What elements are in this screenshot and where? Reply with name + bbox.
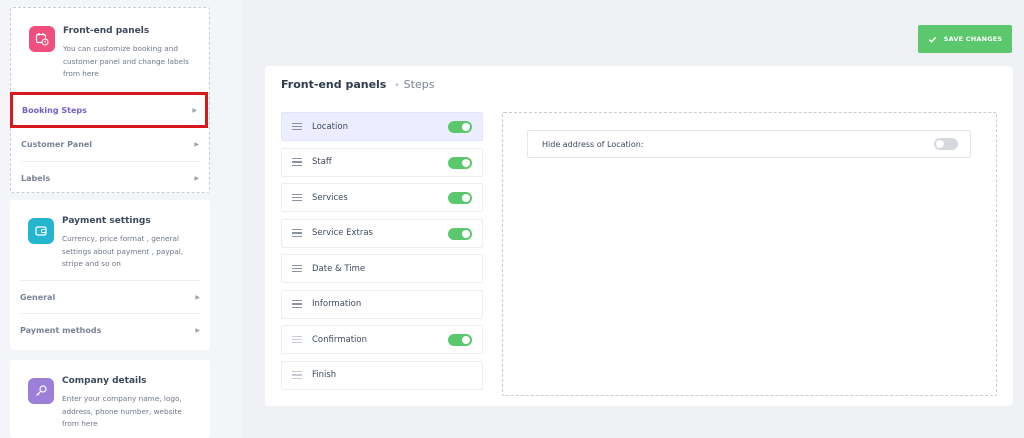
caret-right-icon: ▶ xyxy=(194,141,199,148)
step-label: Confirmation xyxy=(312,334,367,345)
caret-right-icon: ▶ xyxy=(192,106,197,114)
step-label: Services xyxy=(312,192,348,203)
steps-list: Location Staff Services Service Extras D… xyxy=(281,112,483,396)
steps-panel: Front-end panels • Steps Location Staff Se… xyxy=(265,66,1013,406)
company-details-card: Company details Enter your company name,… xyxy=(10,360,210,438)
step-settings-area: Hide address of Location: xyxy=(502,112,997,396)
drag-handle-icon[interactable] xyxy=(292,263,302,275)
company-details-header[interactable]: Company details Enter your company name,… xyxy=(10,360,210,438)
sidebar-item-general[interactable]: General ▶ xyxy=(20,280,200,313)
settings-sidebar: Front-end panels You can customize booki… xyxy=(0,0,241,438)
page-title: Front-end panels • Steps xyxy=(281,78,434,91)
step-toggle[interactable] xyxy=(448,156,472,169)
step-item-location[interactable]: Location xyxy=(281,112,483,141)
caret-right-icon: ▶ xyxy=(195,326,200,334)
drag-handle-icon[interactable] xyxy=(292,156,302,168)
caret-right-icon: ▶ xyxy=(195,293,200,301)
step-item-finish[interactable]: Finish xyxy=(281,360,483,390)
payment-settings-title: Payment settings xyxy=(62,216,151,226)
drag-handle-icon[interactable] xyxy=(292,227,302,239)
frontend-panels-header[interactable]: Front-end panels You can customize booki… xyxy=(11,8,209,92)
sidebar-item-labels[interactable]: Labels ▶ xyxy=(21,161,199,194)
step-item-service-extras[interactable]: Service Extras xyxy=(281,218,483,248)
step-item-information[interactable]: Information xyxy=(281,289,483,319)
sidebar-item-label: Payment methods xyxy=(20,325,102,335)
step-item-services[interactable]: Services xyxy=(281,183,483,212)
hide-address-toggle[interactable] xyxy=(934,138,958,150)
payment-settings-desc: Currency, price format , general setting… xyxy=(62,234,184,268)
step-toggle[interactable] xyxy=(448,192,472,204)
frontend-panels-card: Front-end panels You can customize booki… xyxy=(10,7,210,193)
drag-handle-icon[interactable] xyxy=(292,121,302,133)
step-label: Information xyxy=(312,299,362,309)
calendar-clock-icon xyxy=(29,26,55,52)
sidebar-item-booking-steps[interactable]: Booking Steps ▶ xyxy=(10,92,208,128)
step-item-staff[interactable]: Staff xyxy=(281,147,483,177)
save-changes-label: SAVE CHANGES xyxy=(943,35,1003,43)
save-changes-button[interactable]: SAVE CHANGES xyxy=(918,25,1012,53)
sidebar-item-payment-methods[interactable]: Payment methods ▶ xyxy=(20,313,200,346)
caret-right-icon: ▶ xyxy=(194,174,199,182)
company-details-title: Company details xyxy=(62,376,147,386)
drag-handle-icon[interactable] xyxy=(292,192,302,204)
sidebar-item-label: Booking Steps xyxy=(22,105,87,115)
breadcrumb-separator: • xyxy=(394,81,400,91)
step-toggle[interactable] xyxy=(448,227,472,240)
drag-handle-icon xyxy=(292,369,302,381)
company-details-desc: Enter your company name, logo, address, … xyxy=(62,394,182,428)
panel-subtitle: Steps xyxy=(403,78,435,91)
hide-address-label: Hide address of Location: xyxy=(542,139,644,149)
frontend-panels-title: Front-end panels xyxy=(63,26,150,36)
step-label: Service Extras xyxy=(312,228,373,238)
step-label: Date & Time xyxy=(312,263,366,274)
step-toggle[interactable] xyxy=(448,121,472,133)
frontend-panels-desc: You can customize booking and customer p… xyxy=(63,44,189,78)
key-icon xyxy=(28,378,54,404)
payment-settings-card: Payment settings Currency, price format … xyxy=(10,200,210,350)
hide-address-setting: Hide address of Location: xyxy=(527,130,971,158)
drag-handle-icon[interactable] xyxy=(292,298,302,310)
step-label: Finish xyxy=(312,370,337,380)
step-label: Location xyxy=(312,121,348,132)
step-label: Staff xyxy=(312,157,332,167)
sidebar-item-customer-panel[interactable]: Customer Panel ▶ xyxy=(21,128,199,161)
check-icon xyxy=(928,36,936,43)
panel-title-text: Front-end panels xyxy=(281,78,387,91)
step-toggle[interactable] xyxy=(448,334,472,346)
sidebar-item-label: Labels xyxy=(21,173,51,183)
step-item-date-time[interactable]: Date & Time xyxy=(281,254,483,283)
sidebar-item-label: General xyxy=(20,292,56,302)
drag-handle-icon xyxy=(292,334,302,346)
step-item-confirmation[interactable]: Confirmation xyxy=(281,325,483,354)
wallet-icon xyxy=(28,218,54,244)
sidebar-item-label: Customer Panel xyxy=(21,140,93,149)
payment-settings-header[interactable]: Payment settings Currency, price format … xyxy=(10,200,210,280)
